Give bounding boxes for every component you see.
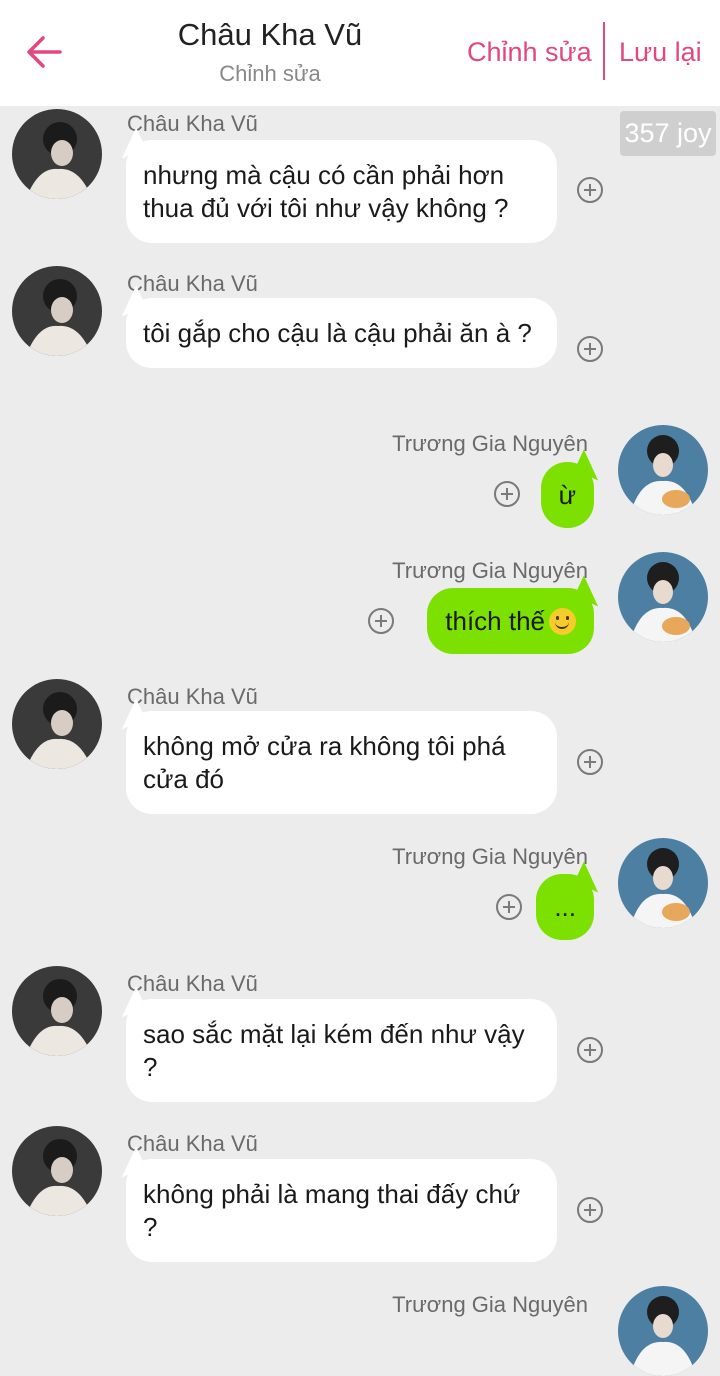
message-bubble[interactable]: thích thế <box>427 588 594 654</box>
message-bubble[interactable]: không phải là mang thai đấy chứ ? <box>126 1159 557 1262</box>
sender-name: Châu Kha Vũ <box>127 111 258 136</box>
back-button[interactable] <box>22 30 66 74</box>
sender-name: Châu Kha Vũ <box>127 684 258 709</box>
message-bubble[interactable]: nhưng mà cậu có cần phải hơn thua đủ với… <box>126 140 557 243</box>
arrow-left-icon <box>27 36 62 68</box>
sender-name: Trương Gia Nguyên <box>392 431 588 456</box>
sender-name: Trương Gia Nguyên <box>392 1292 588 1317</box>
avatar[interactable] <box>618 838 708 928</box>
add-reaction-button[interactable] <box>577 177 603 203</box>
message-text: thích thế <box>445 606 545 636</box>
top-bar: Châu Kha Vũ Chỉnh sửa Chỉnh sửa Lưu lại <box>0 0 720 106</box>
add-reaction-button[interactable] <box>577 749 603 775</box>
action-divider <box>603 22 605 80</box>
save-button[interactable]: Lưu lại <box>619 34 702 70</box>
avatar[interactable] <box>12 966 102 1056</box>
avatar[interactable] <box>618 1286 708 1376</box>
chat-subtitle: Chỉnh sửa <box>219 61 321 86</box>
add-reaction-button[interactable] <box>496 894 522 920</box>
message-bubble[interactable]: ừ <box>540 462 594 528</box>
add-reaction-button[interactable] <box>494 481 520 507</box>
title-block: Châu Kha Vũ Chỉnh sửa <box>120 16 420 88</box>
sender-name: Trương Gia Nguyên <box>392 558 588 583</box>
joy-counter-badge: 357 joy <box>620 111 716 156</box>
sender-name: Châu Kha Vũ <box>127 1131 258 1156</box>
avatar[interactable] <box>12 679 102 769</box>
add-reaction-button[interactable] <box>368 608 394 634</box>
edit-button[interactable]: Chỉnh sửa <box>467 34 592 70</box>
message-bubble[interactable]: tôi gắp cho cậu là cậu phải ăn à ? <box>126 298 557 368</box>
avatar[interactable] <box>12 1126 102 1216</box>
sender-name: Châu Kha Vũ <box>127 971 258 996</box>
sender-name: Trương Gia Nguyên <box>392 844 588 869</box>
avatar[interactable] <box>618 425 708 515</box>
add-reaction-button[interactable] <box>577 1197 603 1223</box>
add-reaction-button[interactable] <box>577 1037 603 1063</box>
add-reaction-button[interactable] <box>577 336 603 362</box>
chat-title: Châu Kha Vũ <box>177 17 363 52</box>
sender-name: Châu Kha Vũ <box>127 271 258 296</box>
message-bubble[interactable]: sao sắc mặt lại kém đến như vậy ? <box>126 999 557 1102</box>
avatar[interactable] <box>12 109 102 199</box>
avatar[interactable] <box>12 266 102 356</box>
message-bubble[interactable]: không mở cửa ra không tôi phá cửa đó <box>126 711 557 814</box>
message-bubble[interactable]: ... <box>536 874 594 940</box>
slightly-smiling-face-icon <box>549 608 576 635</box>
avatar[interactable] <box>618 552 708 642</box>
